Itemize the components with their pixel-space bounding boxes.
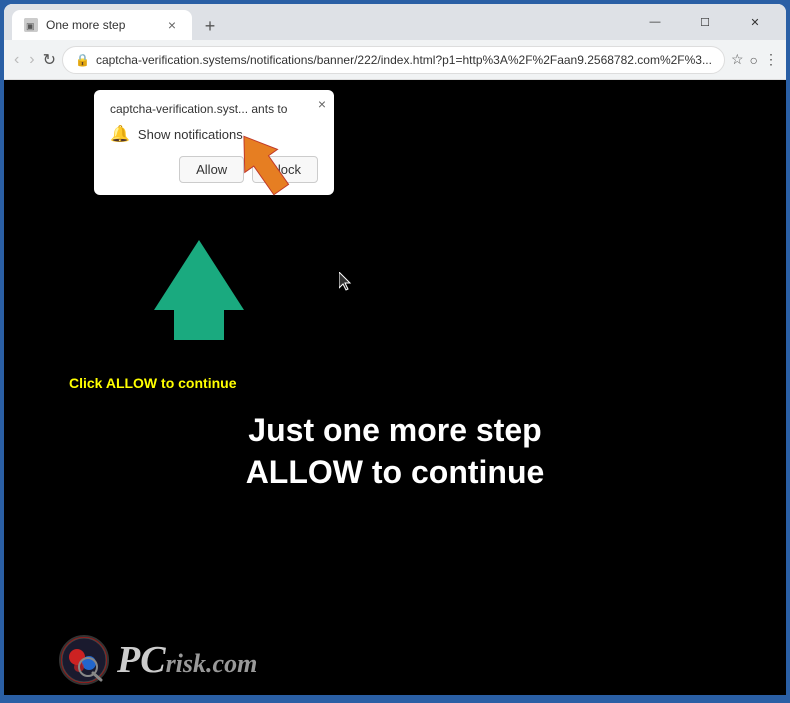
heading-line2: ALLOW to continue <box>246 454 545 490</box>
mouse-cursor <box>339 272 351 290</box>
tab-area: ▣ One more step × + <box>12 4 628 40</box>
big-up-arrow-container <box>154 240 244 340</box>
refresh-button[interactable]: ↻ <box>43 46 56 74</box>
click-allow-text: Click ALLOW to continue <box>69 375 236 391</box>
url-bar[interactable]: 🔒 captcha-verification.systems/notificat… <box>62 46 725 74</box>
lock-icon: 🔒 <box>75 53 90 67</box>
big-up-arrow-stem <box>174 310 224 340</box>
pc-icon <box>59 635 109 685</box>
address-bar: ‹ › ↻ 🔒 captcha-verification.systems/not… <box>4 40 786 80</box>
risk-dot-com: risk.com <box>166 649 258 679</box>
browser-window: ▣ One more step × + — ☐ ✕ ‹ › ↻ 🔒 captch… <box>4 4 786 695</box>
bell-icon: 🔔 <box>110 124 130 144</box>
pc-letters: PC <box>117 638 166 682</box>
pcrisk-logo: PC risk.com <box>59 635 257 685</box>
window-controls: — ☐ ✕ <box>632 4 778 40</box>
svg-text:▣: ▣ <box>26 21 35 31</box>
maximize-button[interactable]: ☐ <box>682 4 728 40</box>
tab-title: One more step <box>46 18 156 32</box>
account-button[interactable]: ○ <box>750 48 758 72</box>
pcrisk-text-container: PC risk.com <box>117 638 257 682</box>
new-tab-button[interactable]: + <box>196 12 224 40</box>
minimize-button[interactable]: — <box>632 4 678 40</box>
popup-show-notifications-text: Show notifications <box>138 127 243 142</box>
url-text: captcha-verification.systems/notificatio… <box>96 53 712 67</box>
big-up-arrow <box>154 240 244 310</box>
tab-close-button[interactable]: × <box>164 16 180 34</box>
title-bar: ▣ One more step × + — ☐ ✕ <box>4 4 786 40</box>
popup-close-button[interactable]: × <box>318 96 326 112</box>
orange-arrow-pointer <box>229 125 299 210</box>
popup-site-text: captcha-verification.syst... ants to <box>110 102 318 116</box>
back-button[interactable]: ‹ <box>12 46 21 74</box>
forward-button[interactable]: › <box>27 46 36 74</box>
page-content: × captcha-verification.syst... ants to 🔔… <box>4 80 786 695</box>
bookmark-button[interactable]: ☆ <box>731 48 744 72</box>
menu-button[interactable]: ⋮ <box>764 48 778 72</box>
tab-favicon: ▣ <box>24 18 38 32</box>
heading-line1: Just one more step <box>248 412 541 448</box>
active-tab[interactable]: ▣ One more step × <box>12 10 192 40</box>
close-window-button[interactable]: ✕ <box>732 4 778 40</box>
main-heading: Just one more step ALLOW to continue <box>4 410 786 493</box>
